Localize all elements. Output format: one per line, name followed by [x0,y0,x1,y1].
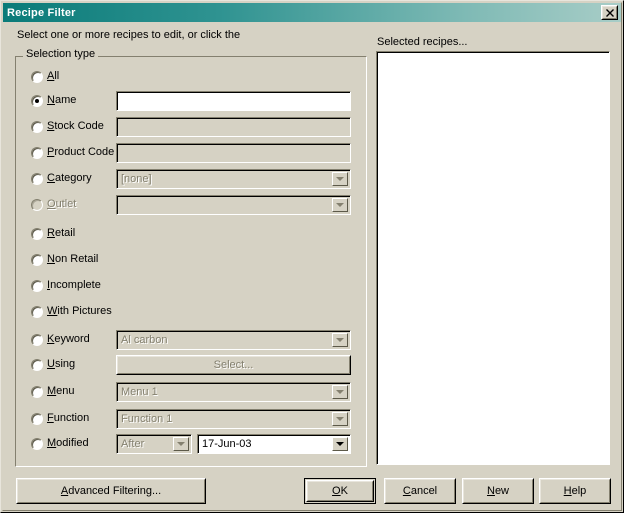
ok-label: OK [332,485,348,497]
function-value: Function 1 [121,412,173,425]
chevron-down-icon [332,412,348,426]
help-label: Help [563,485,587,497]
radio-dot [35,99,39,103]
radio-label-menu[interactable]: Menu [47,385,75,398]
new-label: New [486,485,509,497]
selection-type-legend: Selection type [23,48,99,61]
chevron-down-icon [173,437,189,451]
cancel-label: Cancel [402,485,438,497]
radio-label-product-code[interactable]: Product Code [47,146,114,159]
new-button[interactable]: New [462,478,534,504]
radio-outlet [31,199,43,211]
radio-label-keyword[interactable]: Keyword [47,333,90,346]
radio-all[interactable] [31,71,43,83]
selected-recipes-label: Selected recipes... [377,36,468,48]
help-button[interactable]: Help [539,478,611,504]
combo-outlet [116,195,351,215]
radio-product-code[interactable] [31,147,43,159]
instruction-text: Select one or more recipes to edit, or c… [17,29,241,41]
radio-menu[interactable] [31,386,43,398]
radio-keyword[interactable] [31,334,43,346]
advanced-filtering-button[interactable]: Advanced Filtering... [16,478,206,504]
radio-using[interactable] [31,359,43,371]
radio-retail[interactable] [31,228,43,240]
dialog-window: Recipe Filter Select one or more recipes… [0,0,624,513]
radio-incomplete[interactable] [31,280,43,292]
radio-label-all[interactable]: All [47,70,59,83]
combo-modified-operator: After [116,434,192,454]
radio-name[interactable] [31,95,43,107]
input-name[interactable] [116,91,351,111]
input-stock-code [116,117,351,137]
chevron-down-icon [332,172,348,186]
help-bevel: Help [540,479,610,503]
chevron-down-icon [332,437,348,451]
radio-label-using[interactable]: Using [47,358,75,371]
keyword-value: Al carbon [121,333,168,346]
radio-label-incomplete[interactable]: Incomplete [47,279,101,292]
window-title: Recipe Filter [7,6,76,19]
radio-label-modified[interactable]: Modified [47,437,89,450]
input-product-code [116,143,351,163]
radio-non-retail[interactable] [31,254,43,266]
radio-function[interactable] [31,413,43,425]
radio-category[interactable] [31,173,43,185]
close-icon-glyph [605,8,614,17]
radio-label-category[interactable]: Category [47,172,92,185]
select-using-label: Select... [213,359,254,371]
new-bevel: New [463,479,533,503]
close-icon [602,6,617,19]
combo-modified-date[interactable]: 17-Jun-03 [197,434,351,454]
combo-modified-date-value: 17-Jun-03 [202,437,252,450]
radio-label-with-pictures[interactable]: With Pictures [47,305,112,318]
radio-label-name[interactable]: Name [47,94,76,107]
chevron-down-icon [332,333,348,347]
ok-bevel-inner: OK [307,481,373,501]
radio-label-function[interactable]: Function [47,412,89,425]
cancel-button[interactable]: Cancel [384,478,456,504]
radio-stock-code[interactable] [31,121,43,133]
chevron-down-icon [332,385,348,399]
combo-keyword: Al carbon [116,330,351,350]
cancel-bevel: Cancel [385,479,455,503]
radio-with-pictures[interactable] [31,306,43,318]
select-using-button: Select... [116,355,351,375]
selected-recipes-listbox[interactable] [376,51,610,465]
advanced-filtering-label: Advanced Filtering... [60,485,162,497]
radio-label-non-retail[interactable]: Non Retail [47,253,98,266]
ok-button[interactable]: OK [304,478,376,504]
radio-label-retail[interactable]: Retail [47,227,75,240]
combo-modified-operator-value: After [121,437,145,450]
combo-function: Function 1 [116,409,351,429]
title-bar[interactable]: Recipe Filter [3,3,621,22]
radio-label-outlet: Outlet [47,198,77,210]
advanced-filtering-bevel: Advanced Filtering... [17,479,205,503]
menu-value: Menu 1 [121,385,158,398]
close-button[interactable] [601,5,618,20]
radio-modified[interactable] [31,438,43,450]
combo-menu: Menu 1 [116,382,351,402]
combo-category: [none] [116,169,351,189]
chevron-down-icon [332,198,348,212]
category-value: [none] [121,172,152,185]
radio-label-stock-code[interactable]: Stock Code [47,120,104,133]
